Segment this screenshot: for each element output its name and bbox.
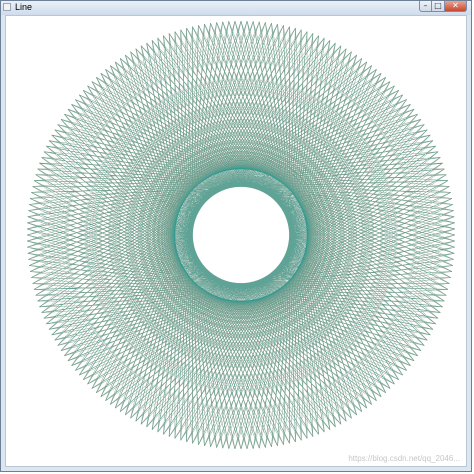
close-button[interactable]: ✕	[445, 1, 467, 12]
client-area: https://blog.csdn.net/qq_2046...	[5, 15, 467, 467]
maximize-button[interactable]: □	[432, 1, 445, 12]
app-window: Line – □ ✕ https://blog.csdn.net/qq_2046…	[0, 0, 472, 472]
pattern-lines	[26, 20, 456, 450]
spirograph-canvas	[26, 20, 456, 450]
watermark-text: https://blog.csdn.net/qq_2046...	[348, 454, 460, 463]
app-icon[interactable]	[3, 3, 11, 11]
window-controls: – □ ✕	[419, 1, 467, 13]
window-title: Line	[15, 2, 33, 12]
title-bar[interactable]: Line – □ ✕	[1, 1, 471, 15]
minimize-button[interactable]: –	[419, 1, 432, 12]
